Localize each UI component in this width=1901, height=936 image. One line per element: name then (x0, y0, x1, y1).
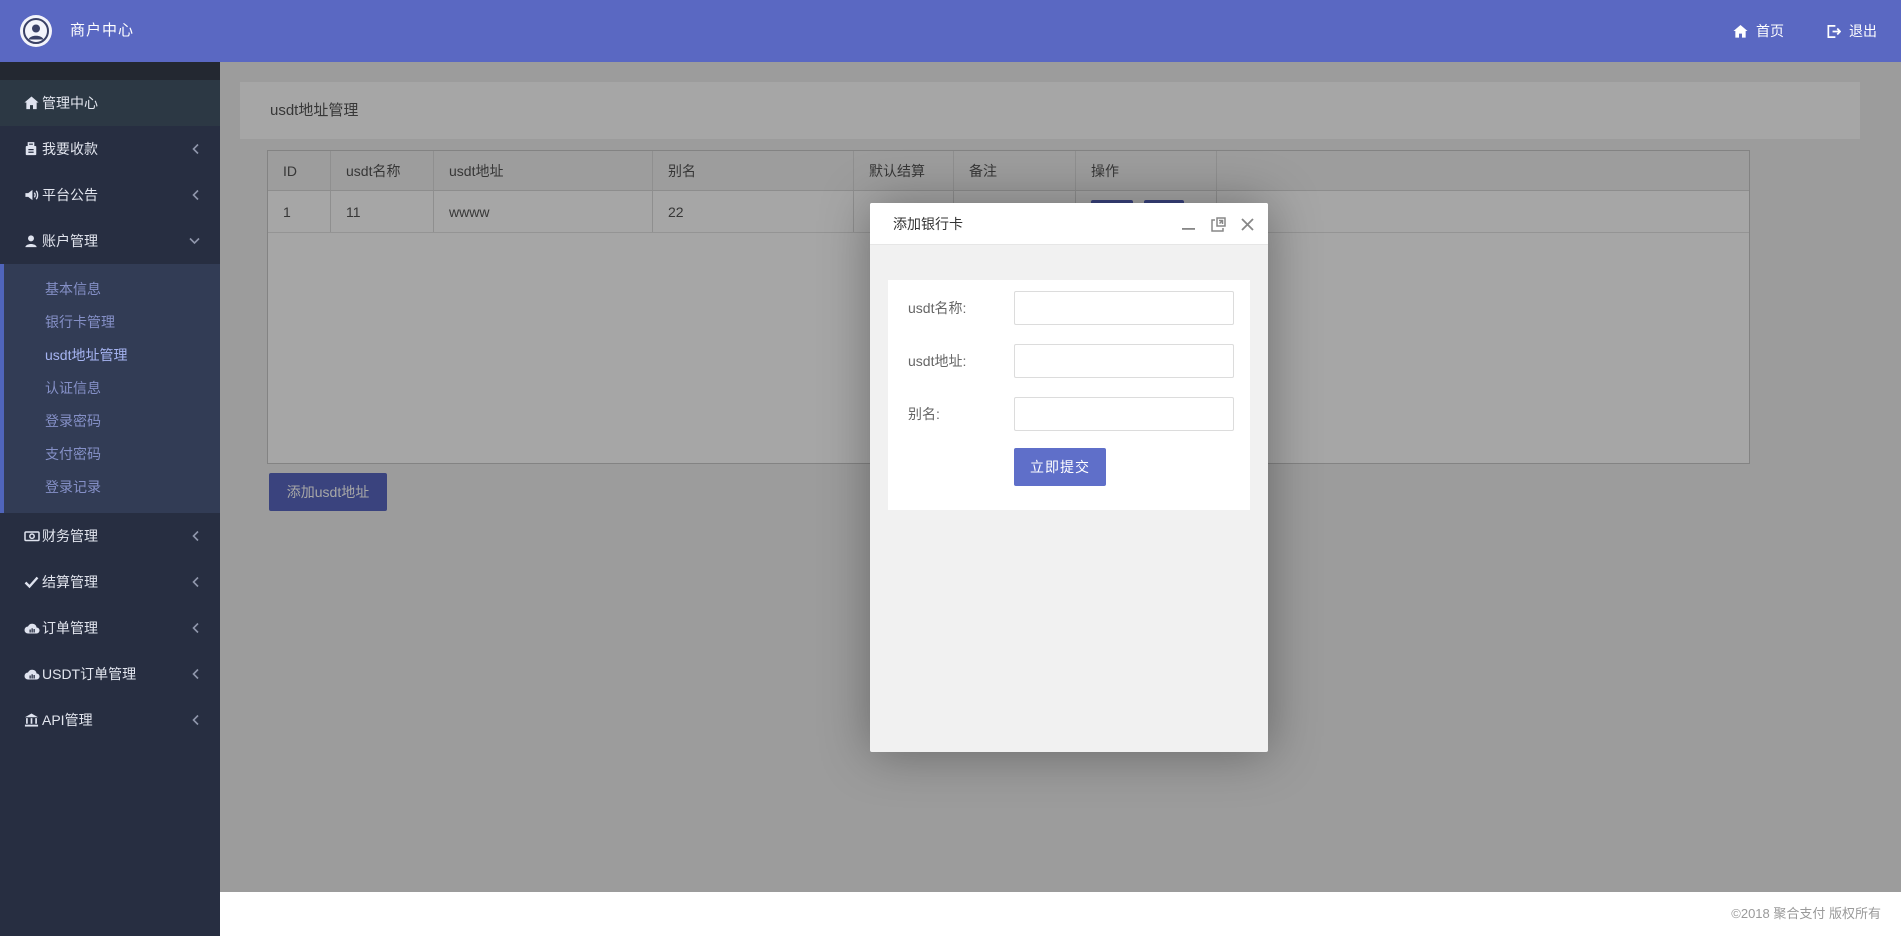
home-icon (24, 96, 39, 111)
submenu-item-pay-password[interactable]: 支付密码 (4, 438, 220, 471)
minimize-icon[interactable] (1181, 216, 1197, 232)
sidebar-item-label: 结算管理 (42, 572, 98, 592)
sidebar-item-account-management[interactable]: 账户管理 (0, 218, 220, 264)
check-icon (24, 576, 39, 589)
chevron-left-icon (191, 715, 200, 726)
footer: ©2018 聚合支付 版权所有 (220, 892, 1901, 936)
speaker-icon (24, 188, 39, 203)
modal-title: 添加银行卡 (893, 203, 963, 245)
topbar: 商户中心 首页 退出 (0, 0, 1901, 62)
alias-input[interactable] (1014, 397, 1234, 431)
account-submenu: 基本信息 银行卡管理 usdt地址管理 认证信息 登录密码 支付密码 登录记录 (0, 264, 220, 513)
sidebar-item-label: 订单管理 (42, 618, 98, 638)
modal-titlebar: 添加银行卡 (870, 203, 1268, 245)
maximize-icon[interactable] (1210, 216, 1227, 233)
sidebar-item-label: 账户管理 (42, 231, 98, 251)
receipt-icon (24, 142, 38, 157)
submenu-item-login-records[interactable]: 登录记录 (4, 471, 220, 504)
chevron-left-icon (191, 531, 200, 542)
logout-icon (1826, 24, 1841, 39)
user-icon (24, 234, 38, 249)
banknote-icon (24, 529, 40, 543)
close-icon[interactable] (1240, 217, 1255, 232)
avatar-logo (20, 15, 52, 47)
submenu-item-bank-card[interactable]: 银行卡管理 (4, 306, 220, 339)
sidebar-item-admin-center[interactable]: 管理中心 (0, 80, 220, 126)
sidebar-item-finance[interactable]: 财务管理 (0, 513, 220, 559)
sidebar-item-usdt-orders[interactable]: USDT订单管理 (0, 651, 220, 697)
home-link[interactable]: 首页 (1733, 21, 1784, 41)
chevron-left-icon (191, 623, 200, 634)
logout-link[interactable]: 退出 (1826, 21, 1877, 41)
usdt-name-label: usdt名称: (908, 291, 966, 325)
sidebar-item-label: API管理 (42, 710, 93, 730)
sidebar-item-label: USDT订单管理 (42, 664, 136, 684)
home-icon (1733, 24, 1748, 39)
alias-label: 别名: (908, 397, 940, 431)
app-title: 商户中心 (70, 0, 134, 62)
submit-button[interactable]: 立即提交 (1014, 448, 1106, 486)
sidebar-item-receivables[interactable]: 我要收款 (0, 126, 220, 172)
submenu-item-login-password[interactable]: 登录密码 (4, 405, 220, 438)
sidebar-top-strip (0, 62, 220, 80)
sidebar-item-label: 平台公告 (42, 185, 98, 205)
sidebar-item-label: 我要收款 (42, 139, 98, 159)
bank-icon (24, 713, 39, 728)
usdt-name-input[interactable] (1014, 291, 1234, 325)
sidebar: 管理中心 我要收款 平台公告 账户管理 基本信息 银行卡管理 usdt地址管理 … (0, 62, 220, 936)
chevron-left-icon (191, 190, 200, 201)
copyright-text: ©2018 聚合支付 版权所有 (220, 892, 1901, 936)
chevron-left-icon (191, 577, 200, 588)
submenu-item-usdt-address[interactable]: usdt地址管理 (4, 339, 220, 372)
cloud-icon (24, 668, 40, 680)
sidebar-item-label: 财务管理 (42, 526, 98, 546)
submenu-item-basic-info[interactable]: 基本信息 (4, 273, 220, 306)
logout-link-label: 退出 (1849, 21, 1877, 41)
sidebar-item-api[interactable]: API管理 (0, 697, 220, 743)
sidebar-item-announcements[interactable]: 平台公告 (0, 172, 220, 218)
sidebar-item-orders[interactable]: 订单管理 (0, 605, 220, 651)
chevron-left-icon (191, 669, 200, 680)
sidebar-item-settlement[interactable]: 结算管理 (0, 559, 220, 605)
add-bank-card-modal: 添加银行卡 usdt名称: usdt地址: 别名: 立即提交 (870, 203, 1268, 752)
submenu-item-auth-info[interactable]: 认证信息 (4, 372, 220, 405)
chevron-left-icon (191, 144, 200, 155)
sidebar-item-label: 管理中心 (42, 93, 98, 113)
cloud-icon (24, 622, 40, 634)
home-link-label: 首页 (1756, 21, 1784, 41)
usdt-address-input[interactable] (1014, 344, 1234, 378)
usdt-address-label: usdt地址: (908, 344, 966, 378)
user-avatar-icon (23, 18, 49, 44)
modal-form: usdt名称: usdt地址: 别名: 立即提交 (888, 280, 1250, 510)
chevron-down-icon (189, 237, 200, 246)
